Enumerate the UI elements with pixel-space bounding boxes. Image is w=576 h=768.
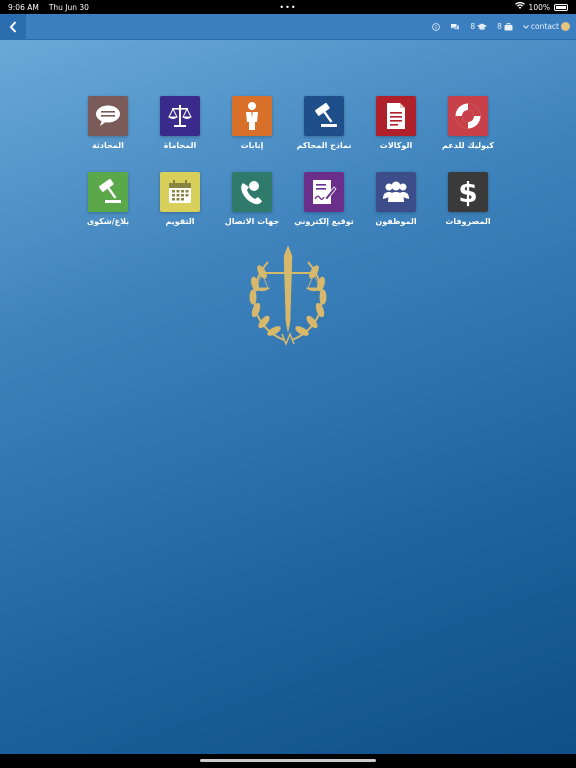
tile-delegations-box: [232, 96, 272, 136]
graduation-cap-icon: [477, 23, 488, 30]
dollar-icon: $: [458, 176, 477, 208]
people-icon: [383, 181, 409, 202]
battery-icon: [554, 3, 568, 11]
tile-support-label: كيوليك للدعم: [441, 141, 495, 150]
tile-calendar[interactable]: التقويم: [140, 172, 220, 226]
scales-icon: [168, 105, 192, 127]
tile-lawyering-box: [160, 96, 200, 136]
tile-court-forms-box: [304, 96, 344, 136]
tile-contacts[interactable]: جهات الاتصال: [212, 172, 292, 226]
tile-employees-box: [376, 172, 416, 212]
tile-e-signature[interactable]: توقيع إلكتروني: [284, 172, 364, 226]
back-button[interactable]: [0, 13, 26, 40]
gavel-icon: [315, 102, 337, 127]
person-icon: [246, 102, 258, 130]
home-indicator[interactable]: [0, 754, 576, 768]
tile-court-forms[interactable]: نماذج المحاكم: [284, 96, 364, 150]
chat-icon: [451, 23, 460, 30]
document-icon: [387, 103, 405, 129]
tile-employees-label: الموظفون: [375, 217, 417, 226]
tile-calendar-box: [160, 172, 200, 212]
tile-expenses[interactable]: $ المصروفات: [428, 172, 508, 226]
tile-delegations[interactable]: إنابات: [212, 96, 292, 150]
chevron-down-icon: [523, 22, 529, 31]
tile-agencies[interactable]: الوكالات: [356, 96, 436, 150]
tile-chat-box: [88, 96, 128, 136]
tile-employees[interactable]: الموظفون: [356, 172, 436, 226]
tile-expenses-box: $: [448, 172, 488, 212]
tile-e-signature-label: توقيع إلكتروني: [294, 217, 354, 226]
phone-contact-icon: [241, 181, 262, 205]
tile-complaint-label: بلاغ/شكوى: [86, 217, 130, 226]
info-icon: [432, 22, 441, 31]
activity-counter[interactable]: 8: [470, 22, 488, 31]
tile-support-box: [448, 96, 488, 136]
lifebuoy-icon: [455, 103, 481, 129]
multitasking-dots[interactable]: •••: [279, 3, 296, 12]
tile-complaint[interactable]: بلاغ/شكوى: [68, 172, 148, 226]
tile-agencies-box: [376, 96, 416, 136]
wifi-icon: [514, 1, 525, 12]
justice-laurel-logo: [249, 245, 327, 346]
contact-label: contact: [530, 22, 559, 31]
chat-bubble-icon: [96, 105, 120, 126]
avatar: [561, 22, 570, 31]
info-button[interactable]: [432, 22, 441, 31]
tile-delegations-label: إنابات: [240, 141, 264, 150]
calendar-icon: [169, 180, 191, 203]
top-toolbar: 8 8 contact: [0, 13, 576, 40]
briefcase-icon: [504, 22, 513, 30]
svg-text:$: $: [458, 176, 477, 208]
tile-contacts-box: [232, 172, 272, 212]
activity-count: 8: [470, 22, 476, 31]
tile-chat[interactable]: المحادثة: [68, 96, 148, 150]
tile-complaint-box: [88, 172, 128, 212]
chevron-left-icon: [9, 20, 17, 33]
tile-support[interactable]: كيوليك للدعم: [428, 96, 508, 150]
tile-lawyering-label: المحاماة: [163, 141, 197, 150]
case-counter[interactable]: 8: [497, 22, 513, 31]
status-date: Thu Jun 30: [48, 2, 89, 12]
status-bar: 9:06 AM Thu Jun 30 ••• 100%: [0, 0, 576, 14]
tile-calendar-label: التقويم: [165, 217, 195, 226]
status-time: 9:06 AM: [8, 2, 39, 12]
tile-court-forms-label: نماذج المحاكم: [296, 141, 352, 150]
tile-lawyering[interactable]: المحاماة: [140, 96, 220, 150]
battery-percent: 100%: [528, 2, 550, 12]
contact-menu[interactable]: contact: [523, 22, 570, 31]
tile-contacts-label: جهات الاتصال: [224, 217, 280, 226]
chat-button[interactable]: [450, 23, 460, 31]
tile-expenses-label: المصروفات: [445, 217, 491, 226]
signature-icon: [313, 180, 337, 204]
case-count: 8: [497, 22, 502, 31]
tile-chat-label: المحادثة: [92, 141, 124, 150]
tile-agencies-label: الوكالات: [379, 141, 413, 150]
tile-e-signature-box: [304, 172, 344, 212]
gavel-icon: [99, 178, 121, 203]
